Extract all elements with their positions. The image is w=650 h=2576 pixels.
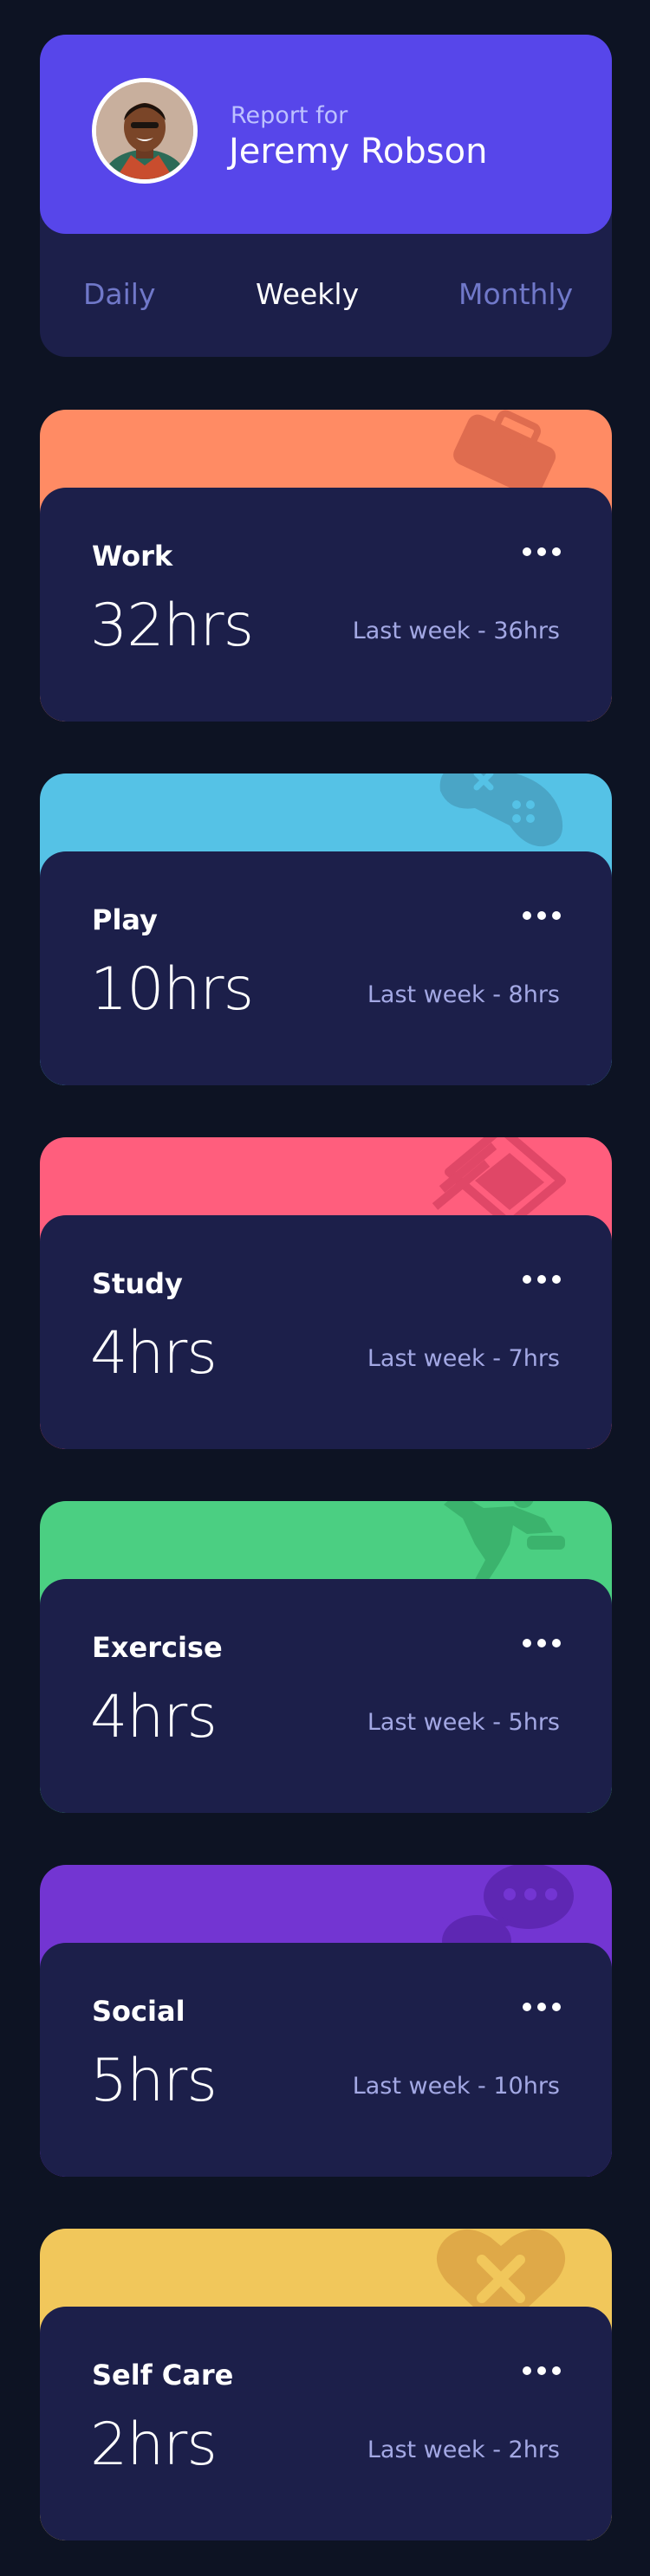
time-tracking-dashboard: Report for Jeremy Robson Daily Weekly Mo…: [0, 0, 650, 2576]
card-title: Exercise: [92, 1631, 223, 1664]
card-title: Study: [92, 1267, 183, 1300]
previous-hours: Last week - 8hrs: [367, 981, 560, 1008]
tab-daily[interactable]: Daily: [83, 277, 156, 311]
profile-card: Report for Jeremy Robson Daily Weekly Mo…: [40, 35, 612, 357]
card-body[interactable]: Work 32hrs Last week - 36hrs: [40, 488, 612, 722]
ellipsis-icon[interactable]: [522, 1998, 562, 2016]
timeframe-tabs: Daily Weekly Monthly: [40, 234, 612, 357]
ellipsis-icon[interactable]: [522, 543, 562, 560]
current-hours: 4hrs: [90, 1683, 218, 1751]
card-title: Self Care: [92, 2359, 234, 2392]
card-work: Work 32hrs Last week - 36hrs: [40, 410, 612, 722]
card-social: Social 5hrs Last week - 10hrs: [40, 1865, 612, 2177]
previous-hours: Last week - 7hrs: [367, 1345, 560, 1372]
card-body[interactable]: Self Care 2hrs Last week - 2hrs: [40, 2307, 612, 2540]
card-self-care: Self Care 2hrs Last week - 2hrs: [40, 2229, 612, 2540]
profile-header: Report for Jeremy Robson: [40, 35, 612, 234]
tab-weekly[interactable]: Weekly: [256, 277, 359, 311]
current-hours: 32hrs: [90, 592, 254, 660]
current-hours: 2hrs: [90, 2411, 218, 2479]
previous-hours: Last week - 36hrs: [352, 618, 560, 644]
previous-hours: Last week - 2hrs: [367, 2437, 560, 2463]
card-title: Play: [92, 903, 158, 936]
ellipsis-icon[interactable]: [522, 2362, 562, 2379]
card-body[interactable]: Social 5hrs Last week - 10hrs: [40, 1943, 612, 2177]
card-title: Social: [92, 1995, 185, 2028]
previous-hours: Last week - 10hrs: [352, 2073, 560, 2100]
card-exercise: Exercise 4hrs Last week - 5hrs: [40, 1501, 612, 1813]
card-title: Work: [92, 540, 173, 573]
card-body[interactable]: Play 10hrs Last week - 8hrs: [40, 851, 612, 1085]
user-name: Jeremy Robson: [229, 132, 488, 172]
current-hours: 10hrs: [90, 955, 254, 1024]
ellipsis-icon[interactable]: [522, 1271, 562, 1288]
tab-monthly[interactable]: Monthly: [458, 277, 573, 311]
current-hours: 5hrs: [90, 2047, 218, 2115]
avatar: [92, 78, 198, 184]
ellipsis-icon[interactable]: [522, 1634, 562, 1652]
card-body[interactable]: Exercise 4hrs Last week - 5hrs: [40, 1579, 612, 1813]
card-body[interactable]: Study 4hrs Last week - 7hrs: [40, 1215, 612, 1449]
report-for-label: Report for: [231, 102, 348, 129]
card-play: Play 10hrs Last week - 8hrs: [40, 773, 612, 1085]
previous-hours: Last week - 5hrs: [367, 1709, 560, 1736]
card-study: Study 4hrs Last week - 7hrs: [40, 1137, 612, 1449]
current-hours: 4hrs: [90, 1319, 218, 1388]
ellipsis-icon[interactable]: [522, 907, 562, 924]
